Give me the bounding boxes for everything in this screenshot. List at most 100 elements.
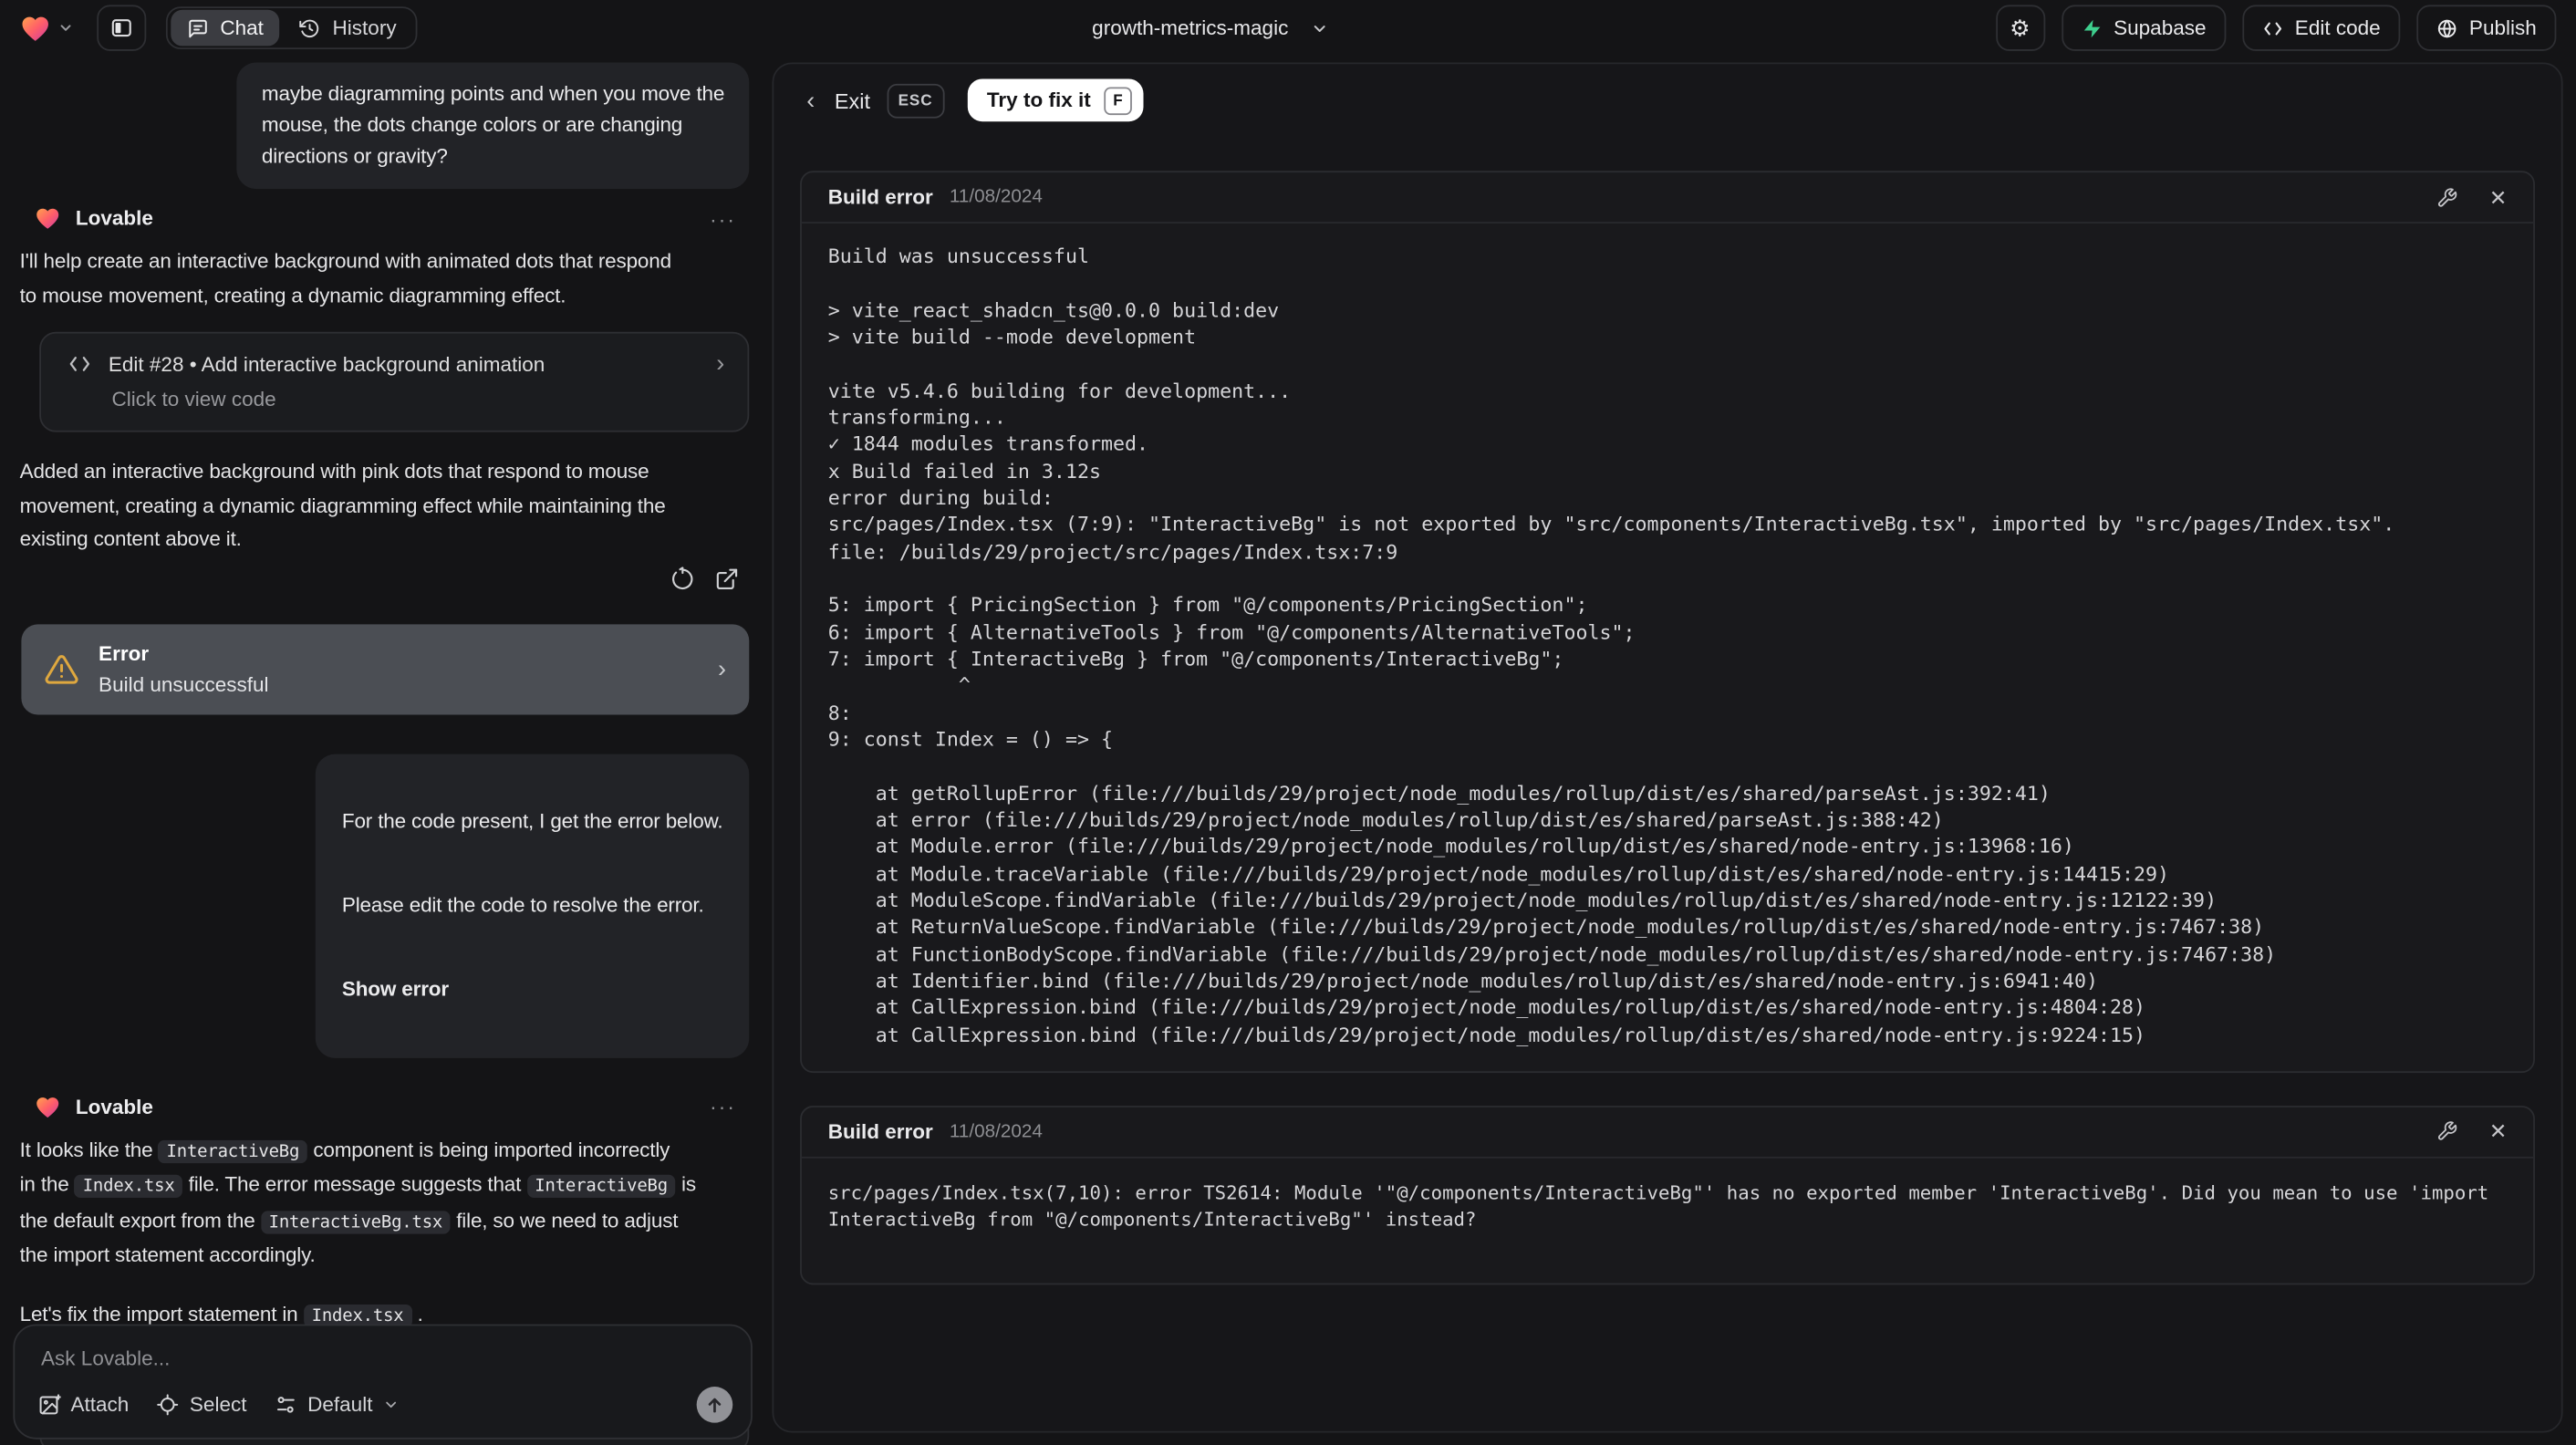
build-error-header: Build error 11/08/2024 ✕ [801, 172, 2534, 224]
open-external-icon[interactable] [714, 566, 739, 590]
history-clock-icon [300, 17, 321, 38]
tab-chat-label: Chat [220, 16, 264, 40]
exit-button[interactable]: Exit [835, 88, 870, 112]
inline-code: Index.tsx [74, 1174, 183, 1198]
inline-code: Index.tsx [303, 1304, 412, 1327]
sliders-icon [275, 1393, 297, 1416]
attach-button[interactable]: Attach [37, 1393, 129, 1416]
f-key-hint: F [1104, 86, 1132, 115]
gear-icon: ⚙ [2010, 14, 2031, 41]
more-menu-icon[interactable]: ··· [710, 206, 736, 231]
try-to-fix-label: Try to fix it [986, 88, 1091, 112]
assistant-paragraph: I'll help create an interactive backgrou… [19, 249, 672, 307]
preview-panel: ‹ Exit ESC Try to fix it F Build error 1… [772, 62, 2563, 1433]
project-name: growth-metrics-magic [1092, 16, 1289, 40]
supabase-bolt-icon [2081, 17, 2102, 38]
top-bar: Chat History growth-metrics-magic ⚙ Supa… [0, 0, 2576, 56]
lovable-app: Chat History growth-metrics-magic ⚙ Supa… [0, 0, 2576, 1445]
build-error-title: Build error [827, 185, 933, 209]
project-switcher[interactable]: growth-metrics-magic [1092, 0, 1329, 56]
build-error-panel-2: Build error 11/08/2024 ✕ src/pages/Index… [800, 1105, 2535, 1285]
chat-input-box: Ask Lovable... Attach Select Default [13, 1324, 753, 1440]
top-bar-actions: ⚙ Supabase Edit code Publish [1995, 5, 2557, 51]
attach-image-icon [37, 1393, 61, 1416]
tab-history-label: History [332, 16, 397, 40]
code-brackets-icon [68, 351, 92, 376]
supabase-button[interactable]: Supabase [2061, 5, 2227, 51]
build-error-date: 11/08/2024 [949, 187, 1043, 207]
esc-key-hint: ESC [886, 82, 945, 118]
chevron-right-icon: › [718, 654, 727, 683]
assistant-paragraph: It looks like the InteractiveBg componen… [19, 1138, 697, 1267]
assistant-name: Lovable [75, 1095, 153, 1118]
chat-panel: maybe diagramming points and when you mo… [0, 56, 763, 1445]
tab-chat[interactable]: Chat [171, 9, 280, 47]
publish-button[interactable]: Publish [2416, 5, 2557, 51]
try-to-fix-button[interactable]: Try to fix it F [967, 78, 1144, 122]
close-icon[interactable]: ✕ [2489, 1121, 2508, 1142]
assistant-name: Lovable [75, 206, 153, 231]
lovable-heart-icon [35, 205, 61, 232]
lovable-heart-icon [35, 1094, 61, 1120]
chevron-down-icon [1312, 19, 1330, 37]
publish-label: Publish [2468, 16, 2537, 40]
globe-icon [2436, 17, 2457, 38]
message-actions [20, 566, 740, 590]
edit-code-button[interactable]: Edit code [2242, 5, 2401, 51]
inline-code: InteractiveBg [158, 1139, 308, 1163]
mode-label: Default [307, 1393, 373, 1417]
chevron-down-icon [382, 1397, 399, 1413]
chat-history-tabs: Chat History [165, 6, 419, 50]
chevron-down-icon [57, 20, 74, 36]
user-message: maybe diagramming points and when you mo… [236, 62, 750, 190]
restore-icon[interactable] [670, 566, 695, 590]
user-message: For the code present, I get the error be… [316, 753, 750, 1057]
edit-card-subtitle: Click to view code [111, 388, 276, 411]
edit-code-label: Edit code [2294, 16, 2381, 40]
show-error-link[interactable]: Show error [342, 973, 723, 1004]
chat-input[interactable]: Ask Lovable... [15, 1325, 751, 1370]
lovable-heart-icon [20, 13, 51, 44]
select-label: Select [189, 1393, 247, 1417]
build-error-date: 11/08/2024 [949, 1121, 1043, 1142]
supabase-label: Supabase [2114, 16, 2207, 40]
mode-dropdown[interactable]: Default [275, 1393, 399, 1416]
build-error-log: src/pages/Index.tsx(7,10): error TS2614:… [827, 1180, 2489, 1232]
assistant-paragraph: Added an interactive background with pin… [19, 460, 666, 551]
code-brackets-icon [2262, 17, 2283, 38]
edit-card-28[interactable]: Edit #28 • Add interactive background an… [39, 331, 750, 432]
warning-triangle-icon [45, 651, 79, 686]
build-error-card[interactable]: Error Build unsuccessful › [21, 623, 750, 714]
build-error-header: Build error 11/08/2024 ✕ [801, 1107, 2534, 1159]
sidebar-toggle-button[interactable] [97, 5, 147, 51]
chevron-right-icon: › [716, 349, 725, 379]
panel-toggle-icon [110, 16, 133, 39]
edit-card-title: Edit #28 • Add interactive background an… [108, 352, 545, 376]
send-button[interactable] [696, 1387, 733, 1423]
build-error-title: Build error [827, 1120, 933, 1144]
build-error-log: Build was unsuccessful > vite_react_shad… [827, 244, 2395, 1046]
inline-code: InteractiveBg.tsx [260, 1210, 452, 1233]
lovable-logo-menu[interactable] [20, 13, 74, 44]
select-button[interactable]: Select [157, 1393, 247, 1417]
error-fix-bar: ‹ Exit ESC Try to fix it F [774, 64, 2561, 122]
select-target-icon [157, 1393, 180, 1416]
chat-input-toolbar: Attach Select Default [37, 1387, 733, 1423]
assistant-message-header: Lovable ··· [35, 205, 749, 232]
send-arrow-icon [705, 1395, 725, 1415]
more-menu-icon[interactable]: ··· [710, 1094, 736, 1118]
user-message-line: For the code present, I get the error be… [341, 809, 723, 833]
assistant-message-header: Lovable ··· [35, 1094, 749, 1120]
chevron-back-icon: ‹ [806, 86, 815, 115]
fix-wrench-icon[interactable] [2436, 186, 2457, 207]
error-card-title: Error [99, 641, 150, 665]
close-icon[interactable]: ✕ [2489, 186, 2508, 207]
settings-button[interactable]: ⚙ [1995, 5, 2045, 51]
tab-history[interactable]: History [284, 10, 413, 47]
inline-code: InteractiveBg [526, 1174, 676, 1198]
build-error-panel-1: Build error 11/08/2024 ✕ Build was unsuc… [800, 171, 2535, 1073]
error-card-subtitle: Build unsuccessful [99, 672, 269, 696]
fix-wrench-icon[interactable] [2436, 1121, 2457, 1142]
chat-bubble-icon [187, 17, 208, 38]
attach-label: Attach [70, 1393, 130, 1417]
